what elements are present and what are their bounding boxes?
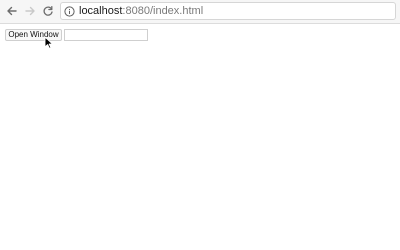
arrow-left-icon — [7, 6, 17, 16]
forward-button[interactable] — [22, 3, 38, 19]
reload-icon — [43, 5, 53, 16]
url-host: localhost — [79, 5, 123, 17]
url-path: :8080/index.html — [122, 5, 204, 17]
browser-toolbar: localhost:8080/index.html — [0, 0, 400, 24]
browser-window: localhost:8080/index.html Open Window — [0, 0, 400, 250]
back-button[interactable] — [4, 3, 20, 19]
info-circle-icon[interactable] — [64, 5, 75, 17]
page-content: Open Window — [0, 25, 400, 250]
url-text: localhost:8080/index.html — [79, 5, 203, 17]
arrow-right-icon — [25, 6, 35, 16]
open-window-button[interactable]: Open Window — [5, 29, 62, 41]
address-bar[interactable]: localhost:8080/index.html — [60, 2, 396, 20]
text-input[interactable] — [64, 29, 148, 41]
reload-button[interactable] — [40, 3, 56, 19]
